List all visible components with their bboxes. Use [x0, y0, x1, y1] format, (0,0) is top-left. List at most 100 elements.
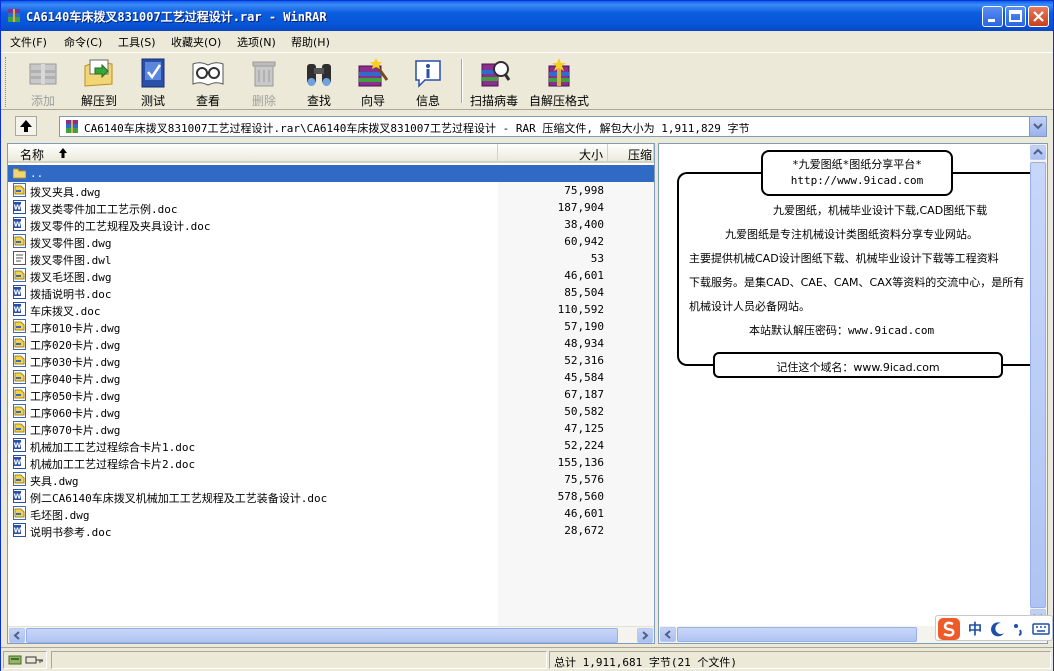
doc-file-icon: W [13, 217, 26, 231]
comment-content: *九爱图纸*图纸分享平台* http://www.9icad.com 九爱图纸，… [659, 144, 1031, 627]
size-column-header[interactable]: 大小 [498, 144, 608, 162]
file-row[interactable]: 工序050卡片.dwg 67,187 [8, 386, 654, 403]
file-name: 拨叉毛坯图.dwg [30, 271, 112, 284]
comment-line: 下载服务。是集CAD、CAE、CAM、CAX等资料的交流中心，是所有 [689, 276, 1025, 289]
maximize-button[interactable] [1005, 6, 1026, 27]
file-row[interactable]: 拨叉零件图.dwg 60,942 [8, 233, 654, 250]
file-row[interactable]: W 说明书参考.doc 28,672 [8, 522, 654, 539]
arrow-up-icon [1033, 148, 1043, 155]
file-row[interactable]: 工序060卡片.dwg 50,582 [8, 403, 654, 420]
file-row[interactable]: 工序010卡片.dwg 57,190 [8, 318, 654, 335]
scroll-up-button[interactable] [1030, 145, 1046, 160]
file-row[interactable]: W 拨叉类零件加工工艺示例.doc 187,904 [8, 199, 654, 216]
comment-title: *九爱图纸*图纸分享平台* [792, 158, 922, 171]
close-button[interactable] [1028, 6, 1049, 27]
find-button[interactable]: 查找 [293, 55, 345, 109]
comment-line: 主要提供机械CAD设计图纸下载、机械毕业设计下载等工程资料 [689, 252, 999, 265]
dwg-file-icon [13, 268, 26, 282]
svg-text:W: W [14, 306, 22, 314]
status-total-cell: 总计 1,911,681 字节(21 个文件) [549, 651, 1051, 669]
toolbar-separator [461, 59, 463, 103]
file-row[interactable]: 工序020卡片.dwg 48,934 [8, 335, 654, 352]
file-row[interactable]: 夹具.dwg 75,576 [8, 471, 654, 488]
name-column-header[interactable]: 名称 [8, 144, 498, 162]
sfx-icon [548, 58, 570, 87]
file-name: 夹具.dwg [30, 475, 79, 488]
file-size: 67,187 [564, 388, 604, 401]
address-combobox[interactable]: CA6140车床拨叉831007工艺过程设计.rar\CA6140车床拨叉831… [59, 116, 1047, 137]
info-button[interactable]: 信息 [403, 55, 453, 109]
file-row[interactable]: W 机械加工工艺过程综合卡片2.doc 155,136 [8, 454, 654, 471]
test-icon [141, 58, 165, 88]
menu-options[interactable]: 选项(N) [237, 34, 276, 50]
ime-toolbar[interactable]: 中 [935, 615, 1053, 641]
dwg-file-icon [13, 506, 26, 520]
dwg-file-icon [13, 370, 26, 384]
delete-button[interactable]: 删除 [239, 55, 289, 109]
view-button[interactable]: 查看 [183, 55, 233, 109]
address-bar: CA6140车床拨叉831007工艺过程设计.rar\CA6140车床拨叉831… [1, 113, 1053, 139]
file-name: 例二CA6140车床拨叉机械加工工艺规程及工艺装备设计.doc [30, 492, 328, 505]
comment-footer: 记住这个域名：www.9icad.com [776, 361, 940, 374]
file-name: 工序030卡片.dwg [30, 356, 121, 369]
menu-help[interactable]: 帮助(H) [291, 34, 330, 50]
wizard-button[interactable]: 向导 [347, 55, 399, 109]
comment-vertical-scrollbar[interactable] [1030, 144, 1047, 627]
dwg-file-icon [13, 336, 26, 350]
comment-line: 机械设计人员必备网站。 [689, 300, 810, 313]
delete-label: 删除 [251, 94, 276, 108]
menu-favorites[interactable]: 收藏夹(O) [171, 34, 221, 50]
sfx-button[interactable]: 自解压格式 [527, 55, 591, 109]
title-bar[interactable]: CA6140车床拨叉831007工艺过程设计.rar - WinRAR [1, 1, 1053, 31]
file-row[interactable]: W 机械加工工艺过程综合卡片1.doc 52,224 [8, 437, 654, 454]
menu-tools[interactable]: 工具(S) [118, 34, 156, 50]
arrow-right-icon [642, 631, 649, 640]
packed-column-header[interactable]: 压缩 [608, 144, 654, 162]
scroll-thumb[interactable] [1030, 162, 1046, 608]
toolbar-grip[interactable] [5, 57, 8, 107]
doc-file-icon: W [13, 489, 26, 503]
file-row[interactable]: 工序030卡片.dwg 52,316 [8, 352, 654, 369]
menu-file[interactable]: 文件(F) [10, 34, 47, 50]
svg-text:W: W [14, 221, 22, 229]
scroll-left-button[interactable] [660, 627, 676, 642]
up-arrow-icon [20, 120, 32, 132]
test-button[interactable]: 测试 [129, 55, 177, 109]
extract-to-button[interactable]: 解压到 [73, 55, 125, 109]
file-row[interactable]: 拨叉毛坯图.dwg 46,601 [8, 267, 654, 284]
file-row[interactable]: 毛坯图.dwg 46,601 [8, 505, 654, 522]
file-row[interactable]: W 拨插说明书.doc 85,504 [8, 284, 654, 301]
packed-column-label: 压缩 [628, 148, 653, 162]
scroll-thumb[interactable] [677, 627, 917, 642]
doc-file-icon: W [13, 438, 26, 452]
file-row[interactable]: 拨叉夹具.dwg 75,998 [8, 182, 654, 199]
scroll-thumb[interactable] [26, 628, 618, 643]
file-size: 48,934 [564, 337, 604, 350]
wizard-label: 向导 [360, 94, 385, 108]
minimize-button[interactable] [982, 6, 1003, 27]
file-row[interactable]: 工序040卡片.dwg 45,584 [8, 369, 654, 386]
virus-scan-button[interactable]: 扫描病毒 [467, 55, 521, 109]
file-size: 45,584 [564, 371, 604, 384]
file-row[interactable]: W 拨叉零件的工艺规程及夹具设计.doc 38,400 [8, 216, 654, 233]
status-selection-cell [51, 651, 547, 669]
file-row[interactable]: 拨叉零件图.dwl 53 [8, 250, 654, 267]
file-row[interactable]: 工序070卡片.dwg 47,125 [8, 420, 654, 437]
menu-commands[interactable]: 命令(C) [64, 34, 102, 50]
address-dropdown-button[interactable] [1029, 117, 1046, 136]
ime-mode-label: 中 [968, 622, 982, 638]
parent-folder-row[interactable]: .. [8, 165, 654, 182]
comment-url: http://www.9icad.com [790, 174, 924, 187]
file-row[interactable]: W 车床拨叉.doc 110,592 [8, 301, 654, 318]
column-header: 名称 大小 压缩 [8, 144, 654, 163]
file-list-horizontal-scrollbar[interactable] [8, 626, 654, 643]
scroll-right-button[interactable] [637, 628, 653, 643]
arrow-left-icon [664, 630, 671, 639]
file-name: 拨叉零件图.dwl [30, 254, 112, 267]
up-folder-button[interactable] [15, 116, 37, 136]
file-size: 60,942 [564, 235, 604, 248]
file-row[interactable]: W 例二CA6140车床拨叉机械加工工艺规程及工艺装备设计.doc 578,560 [8, 488, 654, 505]
scroll-left-button[interactable] [9, 628, 25, 643]
add-label: 添加 [30, 94, 55, 108]
add-button[interactable]: 添加 [17, 55, 69, 109]
